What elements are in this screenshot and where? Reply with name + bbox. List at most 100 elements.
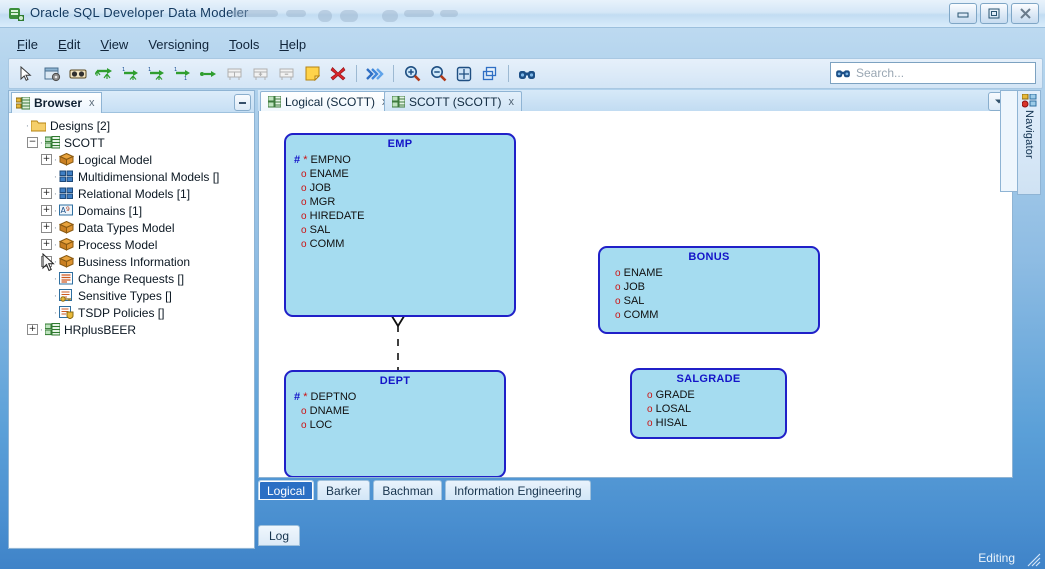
tree-expander[interactable]: + [27,324,38,335]
menu-bar: File Edit View Versioning Tools Help [8,33,1037,55]
notation-tab-logical[interactable]: Logical [258,480,315,500]
tree-item[interactable]: + · Data Types Model [9,219,254,236]
entity-bonus[interactable]: BONUS o ENAME o JOB o SAL o COMM [598,246,820,334]
tree-expander[interactable]: + [41,154,52,165]
tree-item[interactable]: · Multidimensional Models [] [9,168,254,185]
delete-tool[interactable] [327,63,349,85]
tree-guide: · [53,170,58,183]
tab-logical-scott[interactable]: Logical (SCOTT) x [260,91,396,113]
attribute-row[interactable]: o JOB [600,281,818,295]
attribute-row[interactable]: o LOSAL [632,403,785,417]
note-tool[interactable] [301,63,323,85]
tree-guide: · [53,153,58,166]
notation-tab-bachman[interactable]: Bachman [373,480,443,500]
tree-guide: · [53,306,58,319]
menu-file[interactable]: File [8,35,47,54]
tree-item[interactable]: − · SCOTT [9,134,254,151]
menu-view[interactable]: View [91,35,137,54]
view-tool[interactable] [67,63,89,85]
tab-scott-scott[interactable]: SCOTT (SCOTT) x [384,91,522,113]
browser-tab-close[interactable]: x [89,97,95,109]
search-placeholder: Search... [856,66,905,80]
new-entity-tool[interactable] [41,63,63,85]
engineer-tool[interactable] [364,63,386,85]
attribute-row[interactable]: o JOB [286,182,514,196]
attribute-row[interactable]: o HIREDATE [286,210,514,224]
list-icon [59,272,74,285]
minimize-button[interactable] [949,3,977,24]
fit-to-window-tool[interactable] [453,63,475,85]
entity-salgrade[interactable]: SALGRADE o GRADE o LOSAL o HISAL [630,368,787,439]
menu-tools[interactable]: Tools [220,35,268,54]
entity-dept[interactable]: DEPT # * DEPTNO o DNAME o LOC [284,370,506,477]
tree-item[interactable]: · TSDP Policies [] [9,304,254,321]
tree-item[interactable]: + · A 9 Domains [1] [9,202,254,219]
tree-item[interactable]: + · Process Model [9,236,254,253]
attribute-row[interactable]: o SAL [600,295,818,309]
zoom-out-tool[interactable] [427,63,449,85]
search-tool[interactable] [516,63,538,85]
tree-item[interactable]: + · HRplusBEER [9,321,254,338]
optional-marker: o [301,225,307,236]
status-text: Editing [978,551,1015,565]
tree-item[interactable]: + · Logical Model [9,151,254,168]
tree-item[interactable]: · Designs [2] [9,117,254,134]
attribute-row[interactable]: o MGR [286,196,514,210]
tree-expander[interactable]: + [41,239,52,250]
notation-tab-information-engineering[interactable]: Information Engineering [445,480,591,500]
attribute-row[interactable]: # * EMPNO [286,154,514,168]
close-button[interactable] [1011,3,1039,24]
optional-marker: o [615,282,621,293]
attribute-row[interactable]: o COMM [600,309,818,323]
notation-tab-label: Bachman [382,483,434,498]
tree-expander[interactable]: + [41,188,52,199]
tree-expander[interactable]: + [41,205,52,216]
tab-log[interactable]: Log [258,525,301,546]
notation-tab-barker[interactable]: Barker [317,480,371,500]
arc-relation-tool[interactable] [197,63,219,85]
tab-logical-scott-label: Logical (SCOTT) [285,95,376,109]
attribute-row[interactable]: o GRADE [632,389,785,403]
resize-grip-icon[interactable] [1027,553,1041,567]
search-input[interactable]: Search... [830,62,1036,84]
attribute-row[interactable]: o COMM [286,238,514,252]
diagram-canvas[interactable]: EMP # * EMPNO o ENAME o JOB o MGR o HIREDATE o… [258,111,1013,478]
browser-minimize-button[interactable] [234,94,251,111]
new-table-tool[interactable] [223,63,245,85]
tree-item[interactable]: · Sensitive Types [] [9,287,254,304]
optional-marker: o [647,418,653,429]
tree-item-label: Logical Model [78,152,153,167]
menu-help[interactable]: Help [270,35,315,54]
attribute-row[interactable]: o DNAME [286,405,504,419]
relation-many-to-many-tool[interactable] [93,63,115,85]
tree-expander[interactable]: + [41,222,52,233]
select-pointer-tool[interactable] [15,63,37,85]
tab-scott-scott-close[interactable]: x [508,96,514,108]
attribute-row[interactable]: o SAL [286,224,514,238]
attribute-row[interactable]: o HISAL [632,417,785,431]
relation-one-to-many-opt-tool[interactable]: 1 [145,63,167,85]
zoom-region-tool[interactable] [479,63,501,85]
attribute-row[interactable]: o LOC [286,419,504,433]
navigator-dock[interactable]: Navigator [1017,90,1041,195]
attribute-row[interactable]: o ENAME [286,168,514,182]
remove-column-tool[interactable] [275,63,297,85]
relation-one-to-many-tool[interactable]: 1 [119,63,141,85]
optional-marker: o [301,183,307,194]
entity-emp[interactable]: EMP # * EMPNO o ENAME o JOB o MGR o HIREDATE o… [284,133,516,317]
add-column-tool[interactable] [249,63,271,85]
tree-expander[interactable]: − [27,137,38,148]
menu-edit[interactable]: Edit [49,35,89,54]
folder-icon [31,119,46,132]
attribute-row[interactable]: # * DEPTNO [286,391,504,405]
domains-icon: A9 [59,204,74,217]
relation-one-to-one-tool[interactable]: 1 1 [171,63,193,85]
tab-browser[interactable]: Browser x [11,92,102,114]
menu-versioning[interactable]: Versioning [139,35,218,54]
tree-item[interactable]: + · Relational Models [1] [9,185,254,202]
zoom-in-tool[interactable] [401,63,423,85]
browser-tree[interactable]: · Designs [2] − · SCOTT + · Logical Model · Multi… [9,113,254,547]
restore-button[interactable] [980,3,1008,24]
attribute-row[interactable]: o ENAME [600,267,818,281]
status-bar: Editing [0,547,1045,569]
